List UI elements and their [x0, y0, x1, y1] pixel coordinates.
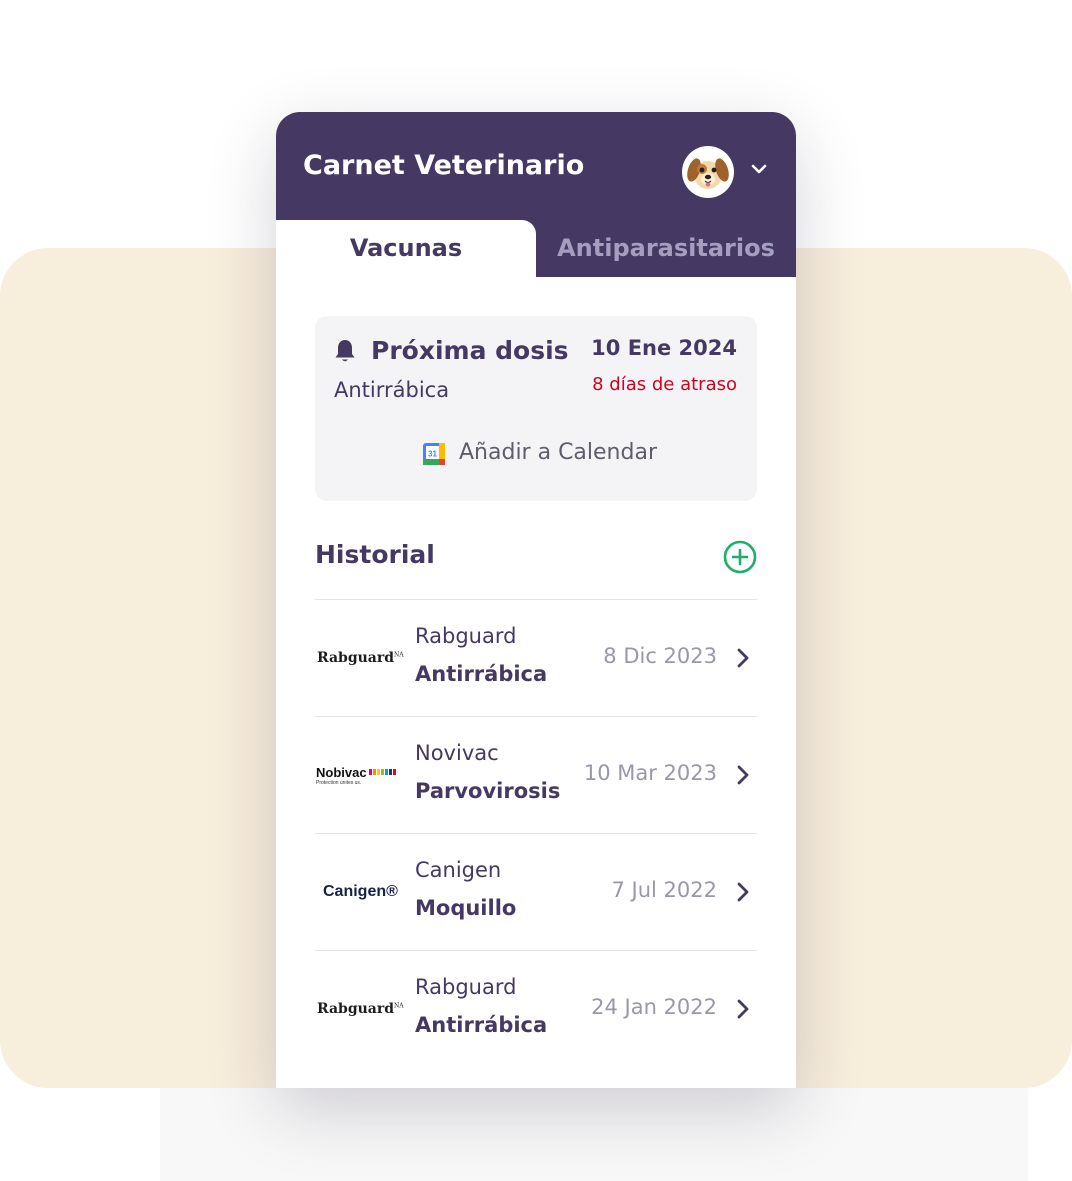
vaccine-disease: Moquillo [415, 896, 517, 920]
app-header: Carnet Veterinario Vacunas Antiparasitar… [276, 112, 796, 277]
next-dose-title: Próxima dosis [371, 336, 569, 365]
rabguard-logo: RabguardNA [317, 1001, 404, 1017]
svg-text:31: 31 [428, 449, 437, 458]
rabguard-logo: RabguardNA [317, 650, 404, 666]
history-title: Historial [315, 540, 435, 569]
vaccine-date: 8 Dic 2023 [603, 644, 717, 668]
vaccine-brand: Rabguard [415, 975, 517, 999]
history-row[interactable]: RabguardNA Rabguard Antirrábica 8 Dic 20… [315, 599, 757, 716]
chevron-down-icon [748, 158, 770, 180]
vaccine-date: 10 Mar 2023 [583, 761, 717, 785]
vet-card: Carnet Veterinario Vacunas Antiparasitar… [276, 112, 796, 1088]
vaccine-disease: Antirrábica [415, 662, 548, 686]
history-row[interactable]: Canigen® Canigen Moquillo 7 Jul 2022 [315, 833, 757, 950]
history-row[interactable]: RabguardNA Rabguard Antirrábica 24 Jan 2… [315, 950, 757, 1067]
background-footer [160, 1088, 1028, 1181]
vaccine-brand: Novivac [415, 741, 499, 765]
chevron-right-icon [735, 763, 751, 787]
plus-circle-icon [723, 540, 757, 574]
overdue-status: 8 días de atraso [592, 374, 737, 395]
vaccine-date: 24 Jan 2022 [591, 995, 717, 1019]
chevron-right-icon [735, 646, 751, 670]
canigen-logo: Canigen® [323, 883, 398, 900]
next-dose-date: 10 Ene 2024 [591, 336, 737, 360]
history-row[interactable]: Nobivac Protection unites us. Novivac Pa… [315, 716, 757, 833]
page-title: Carnet Veterinario [303, 150, 585, 181]
vaccine-date: 7 Jul 2022 [611, 878, 718, 902]
add-vaccine-button[interactable] [723, 540, 757, 574]
chevron-right-icon [735, 997, 751, 1021]
history-list: RabguardNA Rabguard Antirrábica 8 Dic 20… [315, 599, 757, 1067]
add-to-calendar-button[interactable]: 31 Añadir a Calendar [423, 440, 657, 470]
vaccine-disease: Antirrábica [415, 1013, 548, 1037]
vaccine-brand: Rabguard [415, 624, 517, 648]
google-calendar-icon: 31 [423, 443, 445, 465]
vaccine-brand: Canigen [415, 858, 502, 882]
vaccine-disease: Parvovirosis [415, 779, 561, 803]
nobivac-logo: Nobivac Protection unites us. [315, 747, 407, 803]
dog-avatar [682, 146, 734, 198]
tab-vacunas[interactable]: Vacunas [276, 220, 536, 277]
chevron-right-icon [735, 880, 751, 904]
add-to-calendar-label: Añadir a Calendar [459, 440, 657, 465]
next-dose-card: Próxima dosis Antirrábica 10 Ene 2024 8 … [315, 316, 757, 501]
next-dose-vaccine: Antirrábica [334, 378, 450, 402]
pet-selector[interactable] [682, 143, 777, 198]
bell-icon [334, 338, 356, 364]
tab-antiparasitarios[interactable]: Antiparasitarios [536, 220, 796, 277]
